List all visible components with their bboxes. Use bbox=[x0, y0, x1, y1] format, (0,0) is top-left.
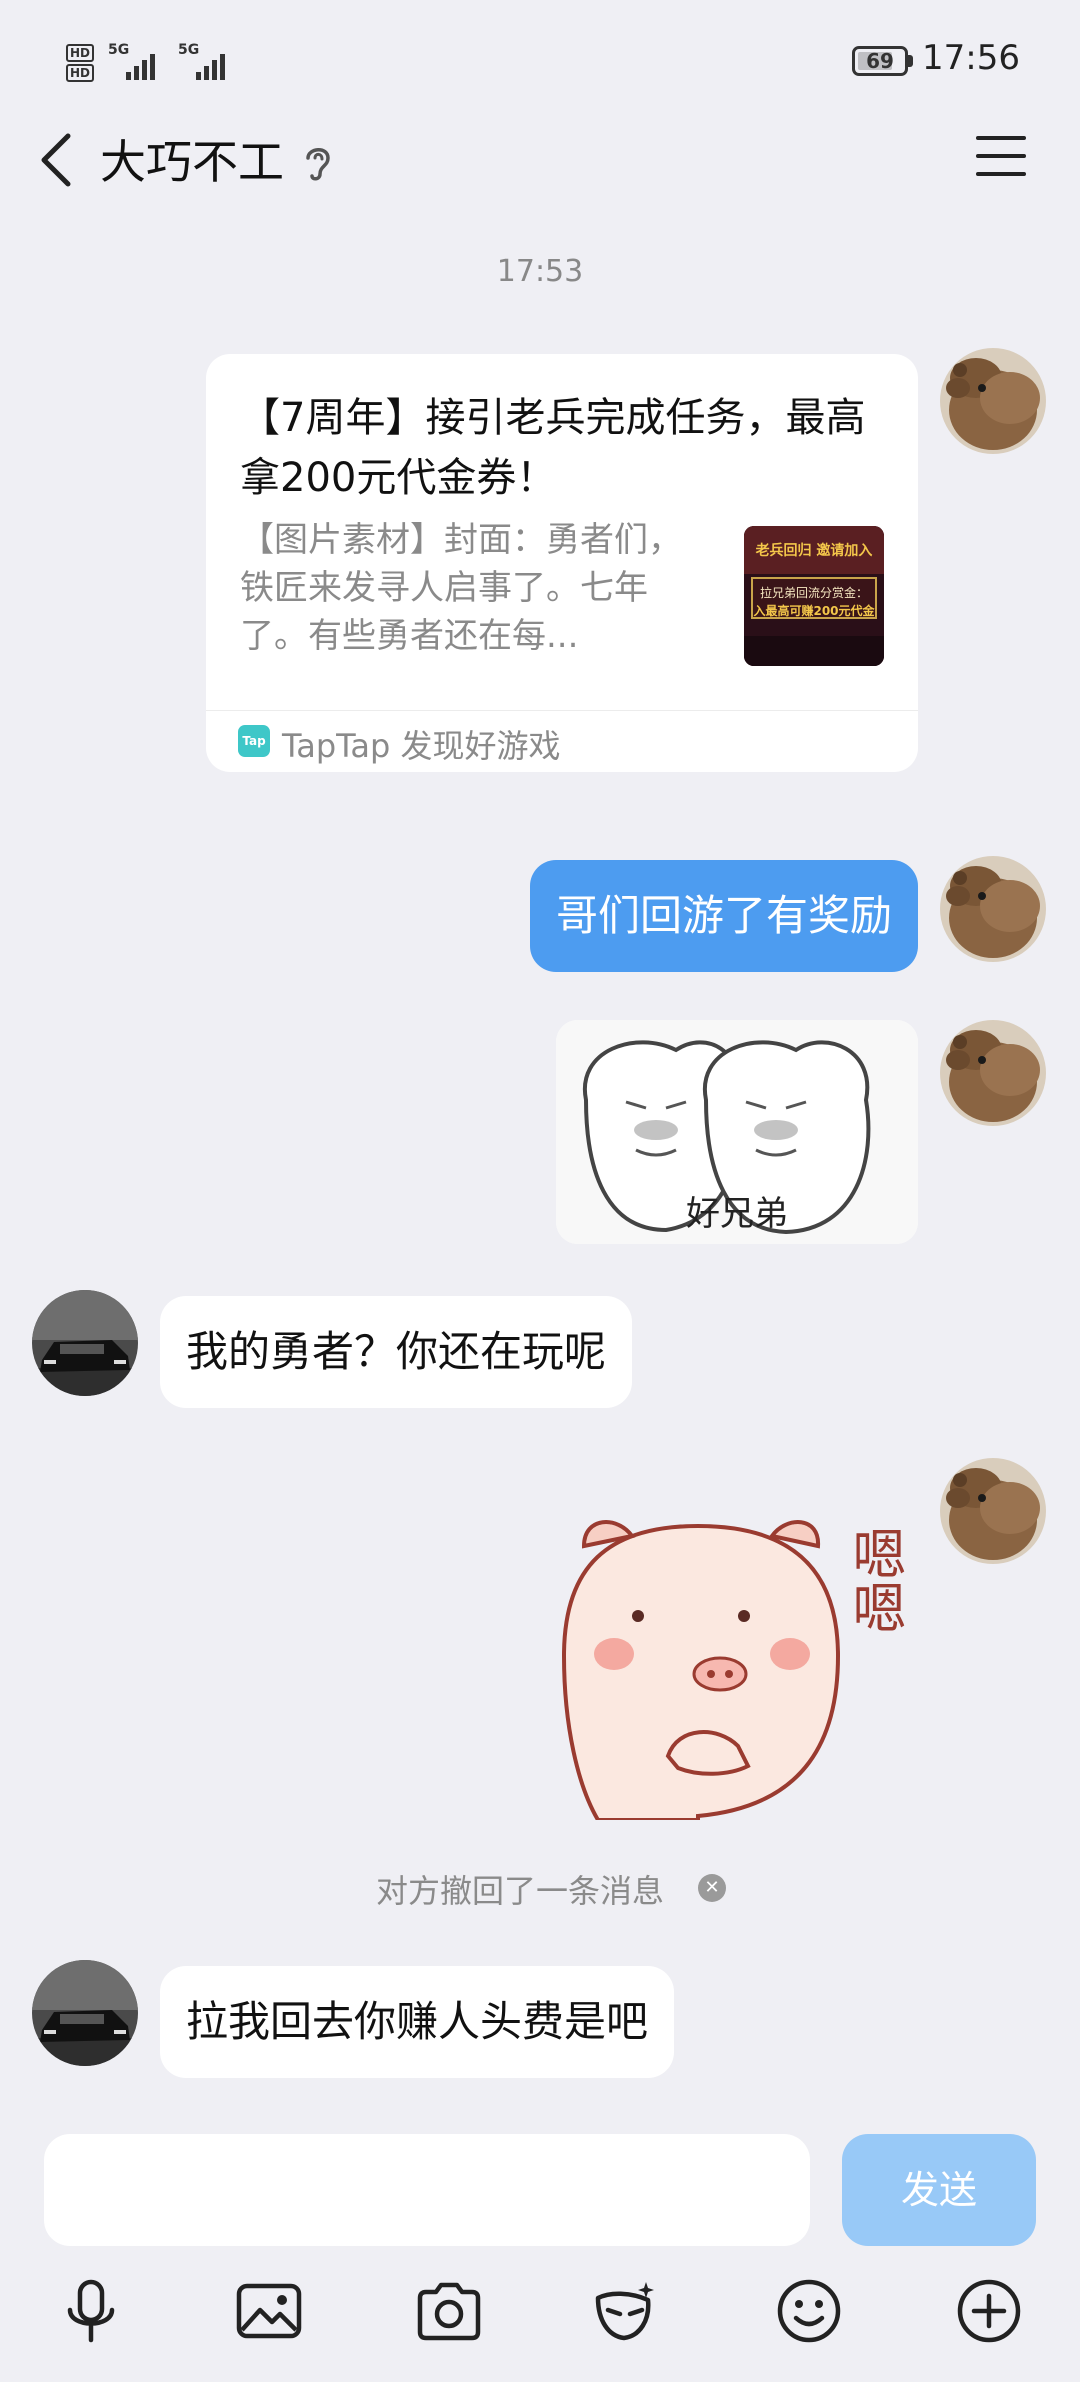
sticker-caption: 嗯嗯 bbox=[843, 1526, 906, 1634]
recall-notice: 对方撤回了一条消息 bbox=[375, 1872, 664, 1910]
ear-icon[interactable] bbox=[300, 142, 336, 182]
thumb-line: 拉兄弟回流分赏金： bbox=[759, 586, 868, 600]
my-message-bubble[interactable]: 哥们回游了有奖励 bbox=[529, 860, 918, 972]
menu-icon[interactable] bbox=[976, 136, 1030, 186]
mask-icon[interactable] bbox=[590, 2276, 660, 2346]
card-thumbnail: 老兵回归 邀请加入 拉兄弟回流分赏金： 入最高可赚200元代金 bbox=[744, 526, 884, 666]
signal-icon: 5G bbox=[178, 42, 238, 82]
back-button[interactable] bbox=[36, 130, 76, 190]
capybara-avatar-icon bbox=[940, 856, 1046, 962]
card-description: 【图片素材】封面：勇者们，铁匠来发寻人启事了。七年了。有些勇者还在每... bbox=[240, 520, 682, 656]
hd-badge: HD bbox=[66, 44, 95, 62]
image-icon[interactable] bbox=[234, 2276, 304, 2346]
card-source: TapTap 发现好游戏 bbox=[282, 727, 561, 765]
sticker-caption: 好兄弟 bbox=[686, 1194, 788, 1234]
capybara-avatar-icon bbox=[940, 348, 1046, 454]
battery-icon: 69 bbox=[852, 46, 908, 76]
camera-icon[interactable] bbox=[414, 2276, 484, 2346]
microphone-icon[interactable] bbox=[56, 2276, 126, 2346]
thumb-heading: 老兵回归 邀请加入 bbox=[755, 543, 873, 559]
car-avatar-icon bbox=[32, 1290, 138, 1396]
my-avatar[interactable] bbox=[940, 1458, 1046, 1564]
message-input[interactable] bbox=[44, 2134, 810, 2246]
capybara-avatar-icon bbox=[940, 1020, 1046, 1126]
taptap-logo-icon: Tap bbox=[238, 725, 270, 757]
battery-tip bbox=[908, 55, 913, 67]
contact-avatar[interactable] bbox=[32, 1960, 138, 2066]
message-timestamp: 17:53 bbox=[496, 254, 584, 289]
signal-icon: 5G bbox=[108, 42, 168, 82]
signal-indicators: HD HD 5G 5G bbox=[66, 42, 238, 82]
card-footer: Tap TapTap 发现好游戏 bbox=[206, 710, 918, 772]
sticker-message[interactable]: 嗯嗯 bbox=[548, 1506, 918, 1822]
send-button[interactable]: 发送 bbox=[842, 2134, 1036, 2246]
sticker-message[interactable]: 好兄弟 bbox=[556, 1020, 918, 1244]
thumb-line: 入最高可赚200元代金 bbox=[753, 604, 875, 618]
hd-badge: HD bbox=[66, 64, 95, 82]
share-card[interactable]: 【7周年】接引老兵完成任务，最高拿200元代金券！ 【图片素材】封面：勇者们，铁… bbox=[206, 354, 918, 772]
plus-icon[interactable] bbox=[954, 2276, 1024, 2346]
contact-message-bubble[interactable]: 拉我回去你赚人头费是吧 bbox=[160, 1966, 675, 2078]
my-avatar[interactable] bbox=[940, 1020, 1046, 1126]
chevron-left-icon bbox=[41, 133, 71, 187]
my-avatar[interactable] bbox=[940, 856, 1046, 962]
my-avatar[interactable] bbox=[940, 348, 1046, 454]
status-time: 17:56 bbox=[922, 38, 1020, 78]
battery-level: 69 bbox=[866, 49, 894, 73]
card-title: 【7周年】接引老兵完成任务，最高拿200元代金券！ bbox=[240, 395, 866, 501]
contact-message-bubble[interactable]: 我的勇者？你还在玩呢 bbox=[160, 1296, 633, 1408]
car-avatar-icon bbox=[32, 1960, 138, 2066]
dismiss-icon[interactable]: ✕ bbox=[698, 1874, 726, 1902]
emoji-icon[interactable] bbox=[774, 2276, 844, 2346]
contact-avatar[interactable] bbox=[32, 1290, 138, 1396]
chat-title[interactable]: 大巧不工 bbox=[100, 130, 284, 194]
capybara-avatar-icon bbox=[940, 1458, 1046, 1564]
